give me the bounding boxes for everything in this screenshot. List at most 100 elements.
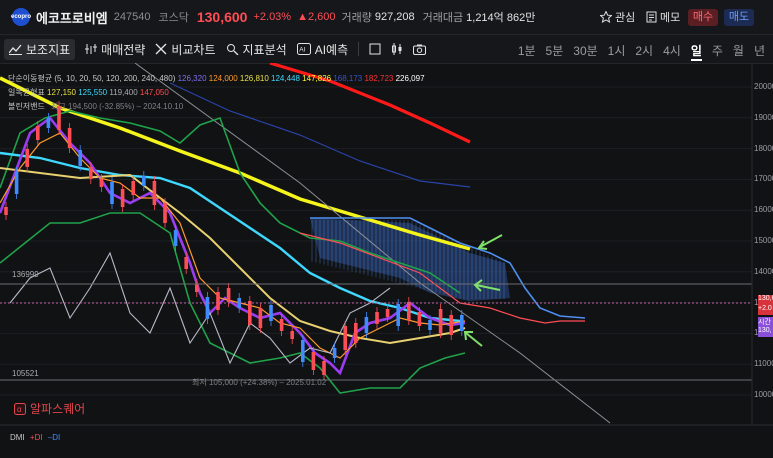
tool-label-ai: AI예측 (314, 42, 349, 57)
camera-icon (413, 44, 427, 55)
memo-button[interactable]: 메모 (646, 9, 680, 25)
stock-code: 247540 (113, 11, 151, 23)
y-tick-label: 140000 (754, 266, 773, 276)
time-tag: 시간 (758, 317, 773, 327)
candle-icon (392, 43, 402, 55)
candle-body (449, 315, 453, 335)
candle-body (354, 323, 358, 343)
watermark: α 알파스퀘어 (14, 400, 85, 417)
watch-button[interactable]: 관심 (600, 9, 635, 25)
amount-value: 1,214억 862만 (466, 12, 536, 24)
candle-body (216, 292, 220, 310)
candle-body (46, 118, 51, 128)
ma-legend-values: 126,320 124,000 126,810 124,448 147,826 … (178, 74, 425, 83)
candle-type-button[interactable] (391, 43, 403, 55)
period-0[interactable]: 1분 (518, 42, 536, 61)
low-annotation: 최저 105,000 (+24.38%) – 2025.01.02 (192, 378, 327, 387)
svg-text:AI: AI (299, 47, 305, 54)
ma-value-1: 124,000 (206, 74, 238, 83)
candle-body (152, 181, 157, 205)
ichimoku-legend-values: 127,150 125,550 119,400 147,050 (47, 88, 169, 97)
y-tick-label: 160000 (754, 205, 773, 215)
tool-label-indicator: 보조지표 (26, 42, 71, 57)
candle-body (460, 315, 464, 331)
candle-body (322, 361, 326, 375)
buy-button[interactable]: 매수 (688, 9, 718, 26)
ma-value-2: 126,810 (237, 74, 269, 83)
candle-body (14, 172, 19, 194)
change-amount: ▲2,600 (297, 11, 336, 23)
volume-value: 927,208 (374, 11, 415, 23)
svg-text:α: α (17, 405, 22, 414)
stock-name[interactable]: 에코프로비엠 (36, 8, 108, 27)
high-annotation: 최고 194,500 (-32.85%) – 2024.10.10 (51, 102, 184, 111)
square-tool-button[interactable] (369, 43, 381, 55)
square-icon (369, 43, 381, 55)
ma-value-7: 226,097 (393, 74, 425, 83)
period-5[interactable]: 4시 (663, 42, 681, 61)
y-tick-label: 190000 (754, 112, 773, 122)
candle-body (173, 230, 178, 246)
ma-value-0: 126,320 (177, 74, 207, 83)
chart-canvas[interactable] (0, 61, 773, 453)
candle-body (290, 331, 294, 339)
period-3[interactable]: 1시 (608, 42, 626, 61)
secondary-tag: 130, (758, 327, 773, 337)
dmi-plus: +DI (29, 433, 43, 442)
candle-body (36, 126, 40, 140)
candle-body (131, 181, 135, 195)
period-selector: 1분 5분 30분 1시 2시 4시 일 주 월 년 (518, 42, 765, 61)
period-7[interactable]: 주 (712, 42, 723, 61)
change-tag: +2.0 (758, 305, 773, 315)
y-tick-label: 110000 (754, 359, 773, 369)
candle-body (258, 308, 263, 328)
period-1[interactable]: 5분 (546, 42, 564, 61)
high-ref-label: 136999 (12, 270, 39, 279)
candle-body (110, 182, 114, 204)
lagging-span (9, 251, 391, 365)
candle-body (226, 288, 231, 302)
candle-body (385, 309, 390, 317)
watermark-text: 알파스퀘어 (30, 402, 86, 416)
period-6[interactable]: 일 (690, 42, 702, 61)
candle-body (78, 150, 82, 166)
y-tick-label: 100000 (754, 390, 773, 399)
y-tick-label: 170000 (754, 174, 773, 184)
candle-body (428, 320, 432, 330)
bollinger-legend[interactable]: 볼린저밴드 최고 194,500 (-32.85%) – 2024.10.10 (8, 101, 183, 112)
y-tick-label: 200000 (754, 82, 773, 91)
y-tick-label: 150000 (754, 236, 773, 245)
indicator-icon (9, 44, 22, 55)
ma-value-5: 168,173 (331, 74, 363, 83)
star-icon (600, 11, 612, 23)
trend-line (134, 62, 611, 424)
tool-label-analysis: 지표분석 (242, 42, 287, 57)
sell-button[interactable]: 매도 (724, 9, 754, 26)
change-percent: +2.03% (253, 11, 292, 23)
indicator-button[interactable]: 보조지표 (4, 38, 76, 60)
compare-chart-button[interactable]: 비교차트 (155, 41, 216, 58)
ma-value-3: 124,448 (268, 74, 300, 83)
price-chart[interactable]: 단순이동평균 (5, 10, 20, 50, 120, 200, 240, 48… (0, 61, 773, 453)
current-price: 130,600 (196, 9, 248, 25)
bollinger-legend-label: 볼린저밴드 (8, 102, 45, 111)
ai-predict-button[interactable]: AI AI예측 (296, 41, 349, 58)
ichimoku-legend-label: 일목균형표 (8, 88, 45, 97)
ichimoku-legend[interactable]: 일목균형표 127,150 125,550 119,400 147,050 (8, 87, 169, 98)
low-ref-label: 105521 (12, 369, 39, 378)
screenshot-button[interactable] (413, 44, 427, 55)
ma-value-6: 182,723 (362, 74, 394, 83)
period-4[interactable]: 2시 (635, 42, 653, 61)
memo-label: 메모 (660, 12, 681, 24)
dmi-legend[interactable]: DMI +DI –DI (10, 433, 60, 442)
candle-body (25, 149, 29, 167)
ma-legend[interactable]: 단순이동평균 (5, 10, 20, 50, 120, 200, 240, 48… (8, 73, 425, 84)
period-2[interactable]: 30분 (573, 42, 597, 61)
strategy-button[interactable]: 매매전략 (85, 41, 145, 58)
y-tick-label: 180000 (754, 143, 773, 153)
period-8[interactable]: 월 (733, 42, 744, 61)
period-9[interactable]: 년 (754, 42, 765, 61)
indicator-analysis-button[interactable]: 지표분석 (226, 41, 287, 58)
candle-body (142, 176, 146, 186)
candle-body (163, 203, 167, 223)
